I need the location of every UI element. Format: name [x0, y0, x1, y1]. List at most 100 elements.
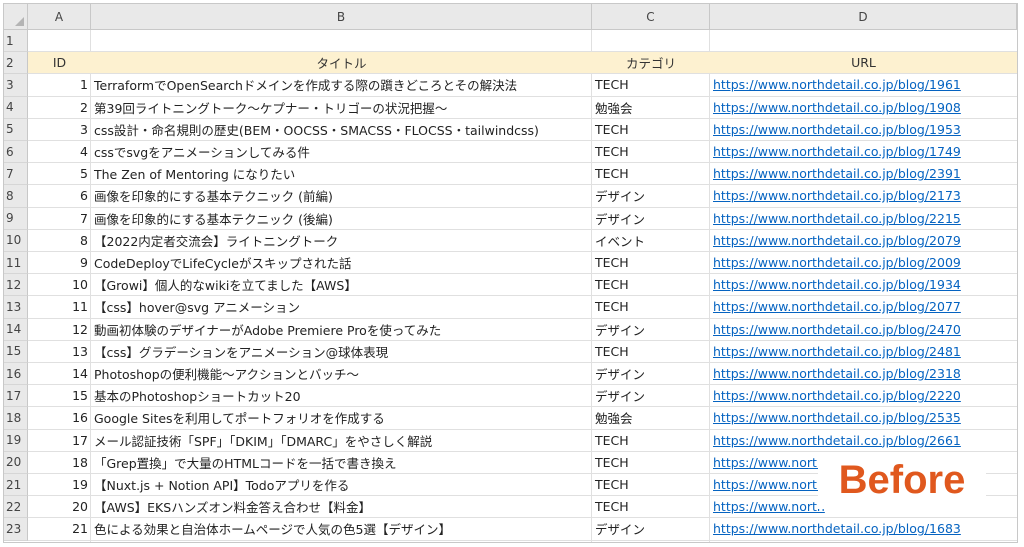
cell-url-link[interactable]: https://www.northdetail.co.jp/blog/2077: [710, 296, 1017, 317]
cell-category[interactable]: TECH: [592, 119, 710, 140]
cell-category[interactable]: イベント: [592, 230, 710, 251]
row-header-15[interactable]: 15: [4, 340, 28, 363]
cell-title[interactable]: Photoshopの便利機能～アクションとバッチ～: [91, 363, 592, 384]
column-header-a[interactable]: A: [28, 4, 91, 30]
cell-url-link[interactable]: https://www.northdetail.co.jp/blog/2391: [710, 163, 1017, 184]
cell-title[interactable]: TerraformでOpenSearchドメインを作成する際の躓きどころとその解…: [91, 74, 592, 95]
row-header-22[interactable]: 22: [4, 496, 28, 519]
cell-url-link[interactable]: https://www.northdetail.co.jp/blog/2661: [710, 430, 1017, 451]
row-header-3[interactable]: 3: [4, 74, 28, 97]
cell-title[interactable]: cssでsvgをアニメーションしてみる件: [91, 141, 592, 162]
cell-category[interactable]: TECH: [592, 341, 710, 362]
cell-title[interactable]: 画像を印象的にする基本テクニック (後編): [91, 208, 592, 229]
cell-category[interactable]: デザイン: [592, 385, 710, 406]
select-all-corner[interactable]: [4, 4, 28, 30]
cell-title[interactable]: 基本のPhotoshopショートカット20: [91, 385, 592, 406]
cell-category[interactable]: デザイン: [592, 185, 710, 206]
cell-category[interactable]: TECH: [592, 430, 710, 451]
row-header-17[interactable]: 17: [4, 385, 28, 408]
row-header-9[interactable]: 9: [4, 207, 28, 230]
cell-category[interactable]: TECH: [592, 163, 710, 184]
cell-title[interactable]: The Zen of Mentoring になりたい: [91, 163, 592, 184]
row-header-5[interactable]: 5: [4, 118, 28, 141]
cell-url-link[interactable]: https://www.northdetail.co.jp/blog/1683: [710, 518, 1017, 539]
cell-category[interactable]: 勉強会: [592, 407, 710, 428]
row-header-8[interactable]: 8: [4, 185, 28, 208]
cell-title[interactable]: 動画初体験のデザイナーがAdobe Premiere Proを使ってみた: [91, 319, 592, 340]
cell-url-link[interactable]: https://www.northdetail.co.jp/blog/2318: [710, 363, 1017, 384]
cell-title[interactable]: 【css】hover@svg アニメーション: [91, 296, 592, 317]
cell-url-link[interactable]: https://www.northdetail.co.jp/blog/1953: [710, 119, 1017, 140]
cell-url-link[interactable]: https://www.northdetail.co.jp/blog/2079: [710, 230, 1017, 251]
cell-id[interactable]: 5: [28, 163, 91, 184]
cell-id[interactable]: 20: [28, 496, 91, 517]
row-header-21[interactable]: 21: [4, 474, 28, 497]
header-cell-title[interactable]: タイトル: [91, 52, 592, 73]
cell-url-link[interactable]: https://www.northdetail.co.jp/blog/2215: [710, 208, 1017, 229]
row-header-23[interactable]: 23: [4, 518, 28, 541]
column-header-d[interactable]: D: [710, 4, 1017, 30]
row-header-19[interactable]: 19: [4, 429, 28, 452]
cell-id[interactable]: 7: [28, 208, 91, 229]
cell-id[interactable]: 8: [28, 230, 91, 251]
cell-category[interactable]: TECH: [592, 296, 710, 317]
cell-category[interactable]: デザイン: [592, 363, 710, 384]
row-header-20[interactable]: 20: [4, 451, 28, 474]
cell-url-link[interactable]: https://www.northdetail.co.jp/blog/2220: [710, 385, 1017, 406]
cell-title[interactable]: 画像を印象的にする基本テクニック (前編): [91, 185, 592, 206]
cell-id[interactable]: 9: [28, 252, 91, 273]
cell-title[interactable]: メール認証技術「SPF」「DKIM」「DMARC」をやさしく解説: [91, 430, 592, 451]
header-cell-url[interactable]: URL: [710, 52, 1017, 73]
row-header-13[interactable]: 13: [4, 296, 28, 319]
row-header-11[interactable]: 11: [4, 252, 28, 275]
cell-id[interactable]: 2: [28, 97, 91, 118]
cell-id[interactable]: 6: [28, 185, 91, 206]
cell-url-link[interactable]: https://www.northdetail.co.jp/blog/2535: [710, 407, 1017, 428]
cell-id[interactable]: 18: [28, 452, 91, 473]
cell-title[interactable]: 【Nuxt.js + Notion API】Todoアプリを作る: [91, 474, 592, 495]
cell-title[interactable]: 【Growi】個人的なwikiを立てました【AWS】: [91, 274, 592, 295]
cell-id[interactable]: 15: [28, 385, 91, 406]
cell-id[interactable]: 3: [28, 119, 91, 140]
cell-title[interactable]: CodeDeployでLifeCycleがスキップされた話: [91, 252, 592, 273]
row-header-12[interactable]: 12: [4, 274, 28, 297]
cell-category[interactable]: TECH: [592, 474, 710, 495]
row-header-2[interactable]: 2: [4, 52, 28, 75]
cell-category[interactable]: デザイン: [592, 518, 710, 539]
cell-url-link[interactable]: https://www.northdetail.co.jp/blog/1934: [710, 274, 1017, 295]
cell-title[interactable]: 【2022内定者交流会】ライトニングトーク: [91, 230, 592, 251]
cell-category[interactable]: 勉強会: [592, 97, 710, 118]
cell-category[interactable]: TECH: [592, 452, 710, 473]
cell-id[interactable]: 10: [28, 274, 91, 295]
row-header-7[interactable]: 7: [4, 163, 28, 186]
cell-id[interactable]: 14: [28, 363, 91, 384]
cell-title[interactable]: 【css】グラデーションをアニメーション@球体表現: [91, 341, 592, 362]
cell-id[interactable]: 21: [28, 518, 91, 539]
cell-url-link[interactable]: https://www.northdetail.co.jp/blog/1749: [710, 141, 1017, 162]
cell-id[interactable]: 4: [28, 141, 91, 162]
column-header-c[interactable]: C: [592, 4, 710, 30]
cell-id[interactable]: 19: [28, 474, 91, 495]
header-cell-category[interactable]: カテゴリ: [592, 52, 710, 73]
cell-url-link[interactable]: https://www.northdetail.co.jp/blog/2009: [710, 252, 1017, 273]
cell-title[interactable]: 「Grep置換」で大量のHTMLコードを一括で書き換え: [91, 452, 592, 473]
cell-category[interactable]: TECH: [592, 496, 710, 517]
cell-url-link[interactable]: https://www.northdetail.co.jp/blog/2481: [710, 341, 1017, 362]
cell-category[interactable]: TECH: [592, 74, 710, 95]
row-header-4[interactable]: 4: [4, 96, 28, 119]
row-header-1[interactable]: 1: [4, 30, 28, 53]
row-header-16[interactable]: 16: [4, 363, 28, 386]
row-header-14[interactable]: 14: [4, 318, 28, 341]
cell-category[interactable]: TECH: [592, 141, 710, 162]
cell-category[interactable]: TECH: [592, 274, 710, 295]
cell-title[interactable]: Google Sitesを利用してポートフォリオを作成する: [91, 407, 592, 428]
cell-title[interactable]: css設計・命名規則の歴史(BEM・OOCSS・SMACSS・FLOCSS・ta…: [91, 119, 592, 140]
cell-id[interactable]: 12: [28, 319, 91, 340]
cell-url-link[interactable]: https://www.northdetail.co.jp/blog/2470: [710, 319, 1017, 340]
header-cell-id[interactable]: ID: [28, 52, 91, 73]
cell-id[interactable]: 17: [28, 430, 91, 451]
cell-category[interactable]: TECH: [592, 252, 710, 273]
cell-title[interactable]: 第39回ライトニングトーク～ケプナー・トリゴーの状況把握～: [91, 97, 592, 118]
cell-id[interactable]: 13: [28, 341, 91, 362]
row-header-18[interactable]: 18: [4, 407, 28, 430]
